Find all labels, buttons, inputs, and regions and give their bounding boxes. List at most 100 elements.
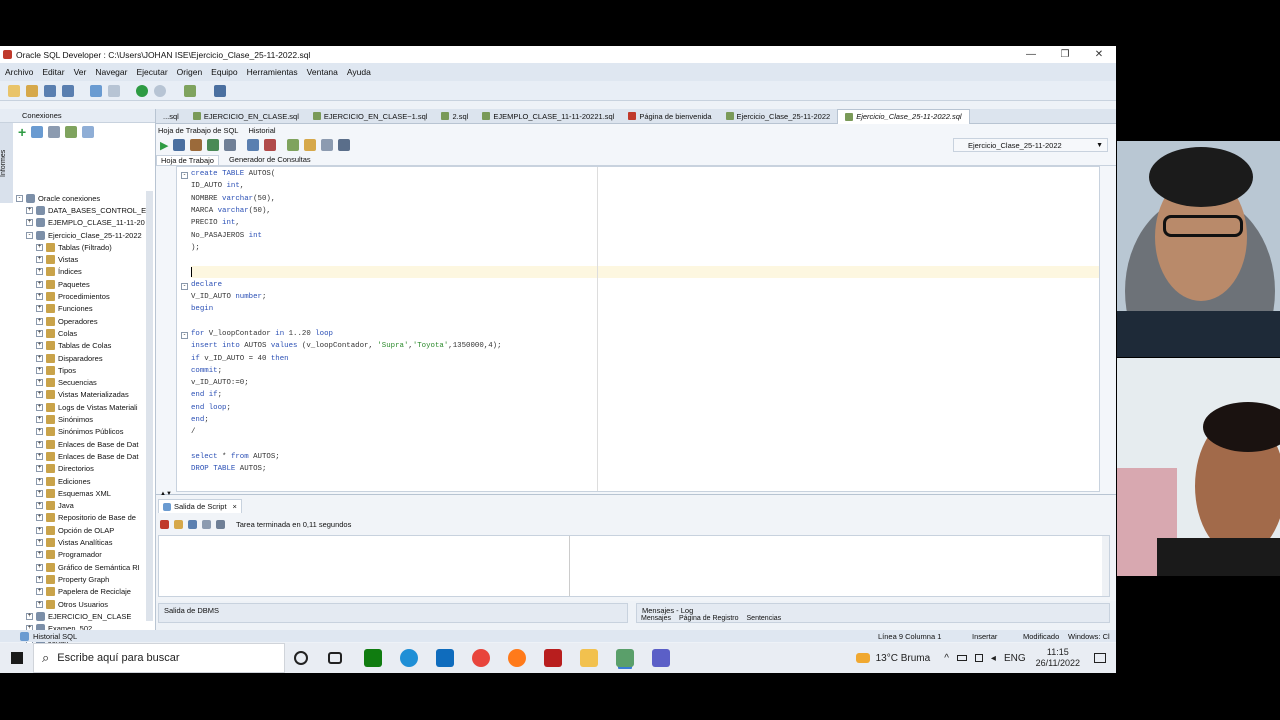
teams-icon[interactable] (652, 649, 670, 667)
expand-icon[interactable]: + (36, 317, 43, 325)
tab-messages[interactable]: Mensajes (641, 615, 671, 622)
tree-node[interactable]: + Directorios (36, 463, 94, 475)
tree-node[interactable]: + Procedimientos (36, 290, 110, 302)
clock[interactable]: 11:15 26/11/2022 (1036, 647, 1080, 669)
find-icon[interactable] (321, 139, 334, 151)
menu-editar[interactable]: Editar (42, 67, 64, 77)
unshared-icon[interactable] (287, 139, 300, 151)
commit-icon[interactable] (247, 139, 260, 151)
fold-icon[interactable]: - (181, 172, 188, 179)
mail-icon[interactable] (436, 649, 454, 667)
tree-node[interactable]: + Paquetes (36, 278, 90, 290)
tree-node[interactable]: + Sinónimos Públicos (36, 426, 123, 438)
firefox-icon[interactable] (508, 649, 526, 667)
eraser-icon[interactable] (174, 519, 183, 529)
new-file-icon[interactable] (8, 84, 20, 97)
expand-icon[interactable]: + (36, 600, 43, 608)
schema-browser-icon[interactable] (65, 126, 78, 138)
tree-node[interactable]: + Programador (36, 549, 102, 561)
save-icon[interactable] (44, 84, 56, 97)
tree-node[interactable]: + Funciones (36, 303, 93, 315)
menu-ejecutar[interactable]: Ejecutar (136, 67, 167, 77)
expand-icon[interactable]: + (36, 539, 43, 547)
refresh-icon[interactable] (31, 126, 44, 138)
pin-icon[interactable] (160, 519, 169, 529)
expand-icon[interactable]: + (36, 489, 43, 497)
file-tab[interactable]: EJERCICIO_EN_CLASE~1.sql (306, 109, 435, 124)
tree-node[interactable]: + Repositorio de Base de (36, 512, 136, 524)
menu-navegar[interactable]: Navegar (95, 67, 127, 77)
weather-text[interactable]: 13°C Bruma (876, 653, 931, 664)
open-folder-icon[interactable] (26, 84, 38, 97)
file-explorer-icon[interactable] (580, 649, 598, 667)
fold-icon[interactable]: - (181, 282, 188, 290)
panel-resize-arrows[interactable]: ▲▼ (160, 491, 172, 497)
oracle-icon[interactable] (544, 649, 562, 667)
expand-icon[interactable]: + (36, 551, 43, 559)
script-output-area[interactable] (158, 535, 1110, 597)
cortana-icon[interactable] (294, 651, 308, 665)
menu-ventana[interactable]: Ventana (307, 67, 338, 77)
connection-select[interactable]: Ejercicio_Clase_25-11-2022 ▼ (953, 138, 1108, 152)
expand-icon[interactable]: + (36, 477, 43, 485)
chevron-up-icon[interactable]: ^ (944, 653, 949, 664)
tree-node[interactable]: + EJERCICIO_EN_CLASE (26, 610, 131, 622)
tab-history[interactable]: Historial (248, 126, 275, 135)
tree-node[interactable]: + Índices (36, 266, 82, 278)
file-tab[interactable]: Ejercicio_Clase_25-11-2022.sql (837, 108, 970, 124)
tree-node[interactable]: + Sinónimos (36, 413, 93, 425)
sql-developer-icon[interactable] (616, 649, 634, 667)
tree-node[interactable]: + Ediciones (36, 475, 91, 487)
close-icon[interactable]: × (233, 502, 237, 511)
tree-node[interactable]: + Tablas de Colas (36, 340, 111, 352)
tab-sql-worksheet[interactable]: Hoja de Trabajo de SQL (158, 126, 238, 135)
tree-node[interactable]: + Opción de OLAP (36, 524, 114, 536)
tree-node[interactable]: + Esquemas XML (36, 487, 111, 499)
expand-icon[interactable]: + (36, 514, 43, 522)
tree-node[interactable]: + Gráfico de Semántica RI (36, 561, 140, 573)
file-tab[interactable]: ...sql (156, 109, 186, 124)
collapse-icon[interactable] (82, 126, 95, 138)
battery-icon[interactable] (956, 655, 967, 661)
expand-icon[interactable]: + (36, 342, 43, 350)
tree-node[interactable]: + Vistas Materializadas (36, 389, 129, 401)
expand-icon[interactable]: + (36, 280, 43, 288)
expand-icon[interactable]: + (36, 440, 43, 448)
tree-node[interactable]: + Secuencias (36, 377, 97, 389)
format-icon[interactable] (338, 139, 351, 151)
chrome-icon[interactable] (472, 649, 490, 667)
volume-icon[interactable]: ◂ (991, 653, 996, 664)
file-tab[interactable]: EJEMPLO_CLASE_11-11-20221.sql (475, 109, 621, 124)
tab-statements[interactable]: Sentencias (747, 615, 782, 622)
file-tab[interactable]: Ejercicio_Clase_25-11-2022 (719, 109, 838, 124)
code-editor[interactable]: create TABLE AUTOS(- ID_AUTO int, NOMBRE v… (176, 166, 1100, 492)
tree-node[interactable]: + Otros Usuarios (36, 598, 108, 610)
run-script-icon[interactable] (173, 139, 186, 151)
expand-icon[interactable]: + (36, 502, 43, 510)
tree-node[interactable]: + Property Graph (36, 573, 109, 585)
collapse-icon[interactable]: - (26, 231, 33, 239)
file-tab[interactable]: EJERCICIO_EN_CLASE.sql (186, 109, 306, 124)
tree-node[interactable]: - Oracle conexiones (16, 192, 100, 204)
expand-icon[interactable]: + (36, 366, 43, 374)
save-all-icon[interactable] (62, 84, 74, 97)
expand-icon[interactable]: + (36, 305, 43, 313)
tab-log-page[interactable]: Página de Registro (679, 615, 739, 622)
menu-origen[interactable]: Origen (177, 67, 203, 77)
fold-icon[interactable]: - (181, 331, 188, 339)
expand-icon[interactable]: + (36, 575, 43, 583)
migration-icon[interactable] (184, 84, 196, 97)
filter-icon[interactable] (48, 126, 61, 138)
taskbar-search[interactable]: ⌕ Escribe aquí para buscar (33, 643, 285, 673)
tab-worksheet[interactable]: Hoja de Trabajo (156, 154, 219, 165)
sql-tuning-icon[interactable] (224, 139, 237, 151)
windows-start-icon[interactable] (11, 652, 23, 664)
tree-node[interactable]: + Vistas (36, 254, 78, 266)
explain-plan-icon[interactable] (207, 139, 220, 151)
expand-icon[interactable]: + (36, 526, 43, 534)
tree-node[interactable]: + Vistas Analíticas (36, 536, 112, 548)
tree-scrollbar[interactable] (146, 191, 153, 621)
close-button[interactable]: ✕ (1082, 46, 1116, 63)
expand-icon[interactable]: + (36, 243, 43, 251)
clear-icon[interactable] (304, 139, 317, 151)
